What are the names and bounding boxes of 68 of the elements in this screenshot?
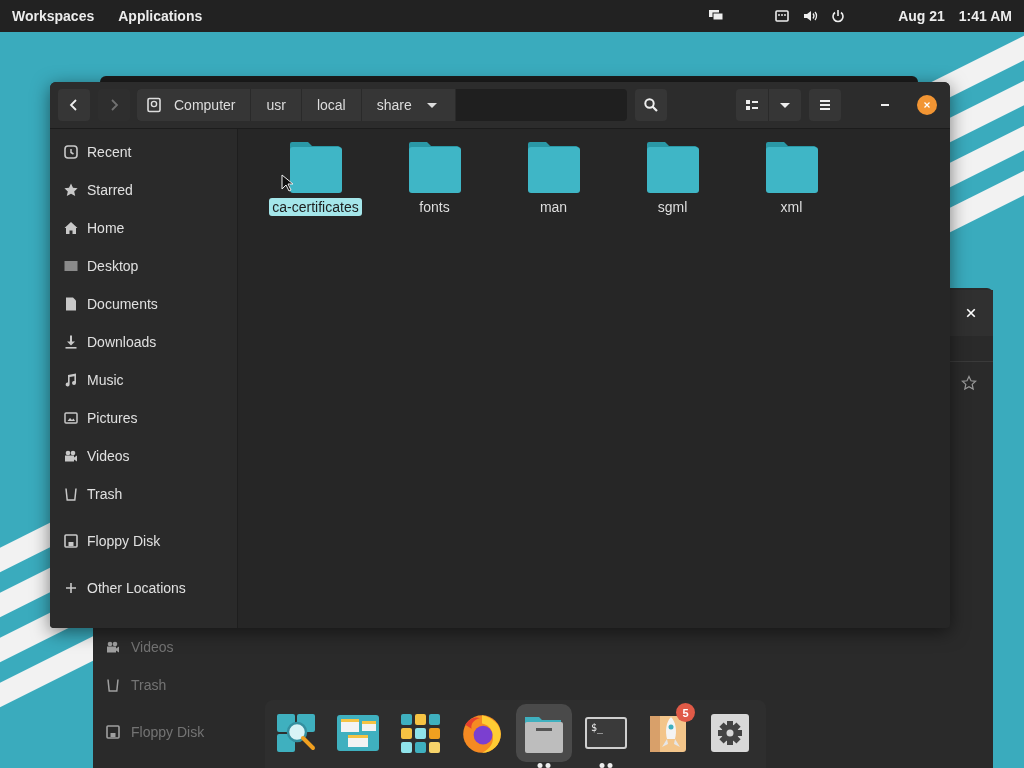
video-camera-icon bbox=[105, 639, 121, 655]
star-icon bbox=[63, 182, 79, 198]
clock-label: 1:41 AM bbox=[958, 8, 1012, 24]
star-icon bbox=[961, 375, 977, 391]
plus-icon bbox=[63, 580, 79, 596]
folder-icon bbox=[288, 141, 343, 195]
sidebar-item[interactable]: Home bbox=[50, 209, 237, 247]
path-segment[interactable]: Computer bbox=[137, 89, 252, 121]
music-icon bbox=[63, 372, 79, 388]
dock-item[interactable]: 5 bbox=[640, 704, 696, 762]
view-options-button[interactable] bbox=[769, 89, 801, 121]
menu-button[interactable] bbox=[809, 89, 841, 121]
folder-name[interactable]: xml bbox=[777, 198, 806, 216]
trash-icon bbox=[105, 677, 121, 693]
path-segment[interactable]: usr bbox=[251, 89, 302, 121]
trash-icon bbox=[63, 486, 79, 502]
sidebar-item[interactable]: Documents bbox=[50, 285, 237, 323]
home-icon bbox=[63, 220, 79, 236]
document-icon bbox=[63, 296, 79, 312]
close-icon bbox=[964, 307, 977, 319]
sidebar-item[interactable]: Videos bbox=[50, 437, 237, 475]
close-button[interactable] bbox=[917, 95, 937, 115]
power-icon bbox=[830, 8, 847, 24]
top-bar-menu[interactable]: Workspaces bbox=[12, 8, 95, 24]
close-icon bbox=[922, 100, 932, 110]
folder-name[interactable]: ca-certificates bbox=[269, 198, 362, 216]
mouse-pointer-icon bbox=[281, 174, 294, 192]
terminal-icon: $_ bbox=[585, 717, 627, 749]
minimize-icon bbox=[881, 104, 889, 106]
search-drawing bbox=[275, 712, 317, 754]
search-button[interactable] bbox=[635, 89, 667, 121]
desktop-icon bbox=[63, 258, 79, 274]
list-view-icon bbox=[744, 97, 760, 113]
network-icon bbox=[774, 8, 791, 24]
back-button[interactable] bbox=[58, 89, 90, 121]
app-grid-icon bbox=[399, 712, 441, 754]
download-icon bbox=[63, 334, 79, 350]
path-segment[interactable]: local bbox=[301, 89, 362, 121]
sidebar-item[interactable]: Other Locations bbox=[50, 569, 237, 607]
dock-item[interactable]: $_ bbox=[578, 704, 634, 762]
search-icon bbox=[643, 97, 659, 113]
notification-badge: 5 bbox=[676, 703, 695, 722]
sidebar-item[interactable]: Floppy Disk bbox=[50, 522, 237, 560]
video-camera-icon bbox=[63, 448, 79, 464]
date-label: Aug 21 bbox=[898, 8, 945, 24]
view-toggle-button[interactable] bbox=[736, 89, 769, 121]
sidebar-item[interactable]: Downloads bbox=[50, 323, 237, 361]
sidebar-item[interactable]: Pictures bbox=[50, 399, 237, 437]
folder-icon bbox=[407, 141, 462, 195]
picture-icon bbox=[63, 410, 79, 426]
folder-icon bbox=[645, 141, 700, 195]
clock-icon bbox=[63, 144, 79, 160]
sidebar-item[interactable]: Music bbox=[50, 361, 237, 399]
sidebar-item[interactable]: Starred bbox=[50, 171, 237, 209]
folder-name[interactable]: sgml bbox=[654, 198, 691, 216]
sidebar-item[interactable]: Recent bbox=[50, 133, 237, 171]
drive-icon bbox=[146, 97, 162, 113]
sidebar-item[interactable]: Desktop bbox=[50, 247, 237, 285]
sidebar-item[interactable]: Trash bbox=[50, 475, 237, 513]
folder-name[interactable]: man bbox=[536, 198, 571, 216]
folder-icon bbox=[764, 141, 819, 195]
settings-icon bbox=[709, 712, 751, 754]
top-bar-menu[interactable]: Applications bbox=[118, 8, 203, 24]
folder-icon bbox=[526, 141, 581, 195]
folder-name[interactable]: fonts bbox=[416, 198, 453, 216]
path-segment[interactable]: share bbox=[361, 89, 456, 121]
volume-icon bbox=[802, 8, 819, 24]
menu-icon bbox=[817, 97, 833, 113]
